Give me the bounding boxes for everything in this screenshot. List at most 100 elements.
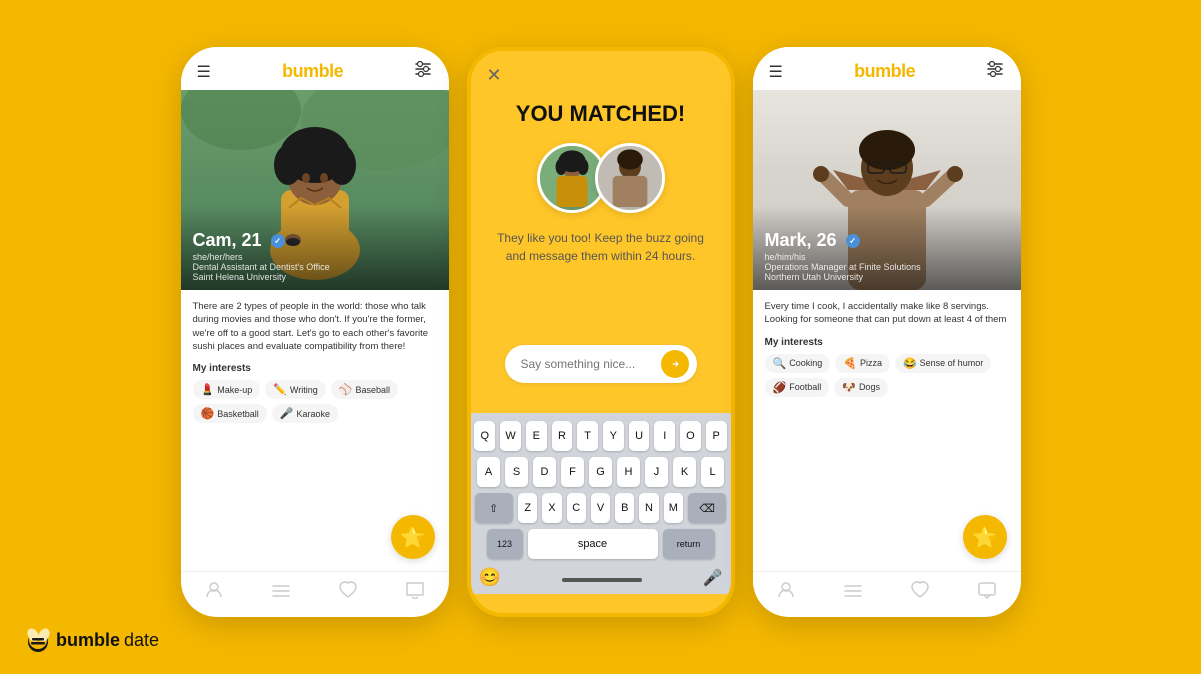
close-button[interactable]: ✕: [487, 65, 502, 86]
key-space[interactable]: space: [528, 529, 658, 559]
profile-bio-mark: Every time I cook, I accidentally make l…: [765, 300, 1009, 327]
phone-center: ✕ YOU MATCHED!: [467, 47, 735, 617]
key-r[interactable]: R: [552, 421, 573, 451]
message-area: [491, 345, 711, 393]
nav-like-right[interactable]: [910, 581, 930, 604]
brand-name: bumble: [56, 630, 120, 651]
key-d[interactable]: D: [533, 457, 556, 487]
match-avatar-mark: [595, 143, 665, 213]
profile-info-overlay-mark: Mark, 26 he/him/his Operations Manager a…: [753, 206, 1021, 290]
key-shift[interactable]: ⇧: [475, 493, 514, 523]
phone-right-header: ☰ bumble: [753, 47, 1021, 90]
interest-karaoke: 🎤 Karaoke: [272, 404, 338, 423]
profile-lower-left: There are 2 types of people in the world…: [181, 290, 449, 617]
verified-badge-cam: [271, 234, 285, 248]
key-n[interactable]: N: [639, 493, 658, 523]
profile-bio-cam: There are 2 types of people in the world…: [193, 300, 437, 353]
key-o[interactable]: O: [680, 421, 701, 451]
bumble-logo-right: bumble: [854, 61, 915, 82]
key-t[interactable]: T: [577, 421, 598, 451]
keyboard-row-4: 123 space return: [475, 529, 727, 559]
send-button[interactable]: [661, 350, 689, 378]
key-w[interactable]: W: [500, 421, 521, 451]
profile-pronouns-mark: he/him/his: [765, 252, 1009, 262]
interests-title-left: My interests: [193, 363, 437, 374]
keyboard: Q W E R T Y U I O P A S D F G H J K L: [471, 413, 731, 594]
key-i[interactable]: I: [654, 421, 675, 451]
interest-cooking: 🔍 Cooking: [765, 354, 831, 373]
key-p[interactable]: P: [706, 421, 727, 451]
profile-job-cam: Dental Assistant at Dentist's Office: [193, 262, 437, 272]
key-a[interactable]: A: [477, 457, 500, 487]
profile-info-overlay-cam: Cam, 21 she/her/hers Dental Assistant at…: [181, 206, 449, 290]
profile-name-mark: Mark, 26: [765, 230, 1009, 251]
key-f[interactable]: F: [561, 457, 584, 487]
bumble-bee-icon: [24, 626, 52, 654]
key-s[interactable]: S: [505, 457, 528, 487]
nav-messages-right[interactable]: [977, 581, 997, 604]
profile-photo-cam: Cam, 21 she/her/hers Dental Assistant at…: [181, 90, 449, 290]
interest-football: 🏈 Football: [765, 378, 830, 397]
phones-container: ☰ bumble: [181, 47, 1021, 617]
key-q[interactable]: Q: [474, 421, 495, 451]
verified-badge-mark: [846, 234, 860, 248]
star-button-left[interactable]: ⭐: [391, 515, 435, 559]
phone-nav-right: [753, 571, 1021, 617]
key-nums[interactable]: 123: [487, 529, 523, 559]
home-bar: [562, 578, 642, 582]
message-input-area[interactable]: [505, 345, 697, 383]
nav-matches-left[interactable]: [271, 582, 291, 603]
key-v[interactable]: V: [591, 493, 610, 523]
nav-matches-right[interactable]: [843, 582, 863, 603]
key-z[interactable]: Z: [518, 493, 537, 523]
key-x[interactable]: X: [542, 493, 561, 523]
menu-icon[interactable]: ☰: [197, 62, 211, 82]
nav-profile-right[interactable]: [776, 580, 796, 605]
keyboard-row-1: Q W E R T Y U I O P: [475, 421, 727, 451]
key-c[interactable]: C: [567, 493, 586, 523]
key-m[interactable]: M: [664, 493, 683, 523]
match-subtitle: They like you too! Keep the buzz going a…: [491, 229, 711, 265]
nav-like-left[interactable]: [338, 581, 358, 604]
profile-pronouns-cam: she/her/hers: [193, 252, 437, 262]
key-h[interactable]: H: [617, 457, 640, 487]
bottom-brand: bumble date: [24, 626, 159, 654]
mic-button[interactable]: 🎤: [703, 568, 723, 588]
filter-icon[interactable]: [414, 61, 432, 82]
menu-icon-right[interactable]: ☰: [769, 62, 783, 82]
key-e[interactable]: E: [526, 421, 547, 451]
interests-list-left: 💄 Make-up ✏️ Writing ⚾ Baseball 🏀: [193, 380, 437, 423]
interests-list-right: 🔍 Cooking 🍕 Pizza 😂 Sense of humor: [765, 354, 1009, 397]
keyboard-row-2: A S D F G H J K L: [475, 457, 727, 487]
profile-name-cam: Cam, 21: [193, 230, 437, 251]
phone-right: ☰ bumble: [753, 47, 1021, 617]
key-l[interactable]: L: [701, 457, 724, 487]
interest-pizza: 🍕 Pizza: [835, 354, 890, 373]
key-y[interactable]: Y: [603, 421, 624, 451]
key-u[interactable]: U: [629, 421, 650, 451]
brand-suffix: date: [124, 630, 159, 651]
key-k[interactable]: K: [673, 457, 696, 487]
key-return[interactable]: return: [663, 529, 715, 559]
match-title: YOU MATCHED!: [516, 101, 685, 127]
key-delete[interactable]: ⌫: [688, 493, 727, 523]
match-content: YOU MATCHED!: [471, 51, 731, 413]
key-g[interactable]: G: [589, 457, 612, 487]
profile-job-mark: Operations Manager at Finite Solutions: [765, 262, 1009, 272]
nav-messages-left[interactable]: [405, 581, 425, 604]
phone-left-header: ☰ bumble: [181, 47, 449, 90]
profile-school-cam: Saint Helena University: [193, 272, 437, 282]
bumble-logo: bumble: [282, 61, 343, 82]
nav-profile-left[interactable]: [204, 580, 224, 605]
phone-nav-left: [181, 571, 449, 617]
key-b[interactable]: B: [615, 493, 634, 523]
brand-logo: bumble date: [24, 626, 159, 654]
interest-humor: 😂 Sense of humor: [895, 354, 991, 373]
key-j[interactable]: J: [645, 457, 668, 487]
star-button-right[interactable]: ⭐: [963, 515, 1007, 559]
profile-photo-mark: Mark, 26 he/him/his Operations Manager a…: [753, 90, 1021, 290]
profile-lower-right: Every time I cook, I accidentally make l…: [753, 290, 1021, 617]
emoji-button[interactable]: 😊: [479, 567, 501, 588]
interest-dogs: 🐶 Dogs: [834, 378, 888, 397]
filter-icon-right[interactable]: [986, 61, 1004, 82]
